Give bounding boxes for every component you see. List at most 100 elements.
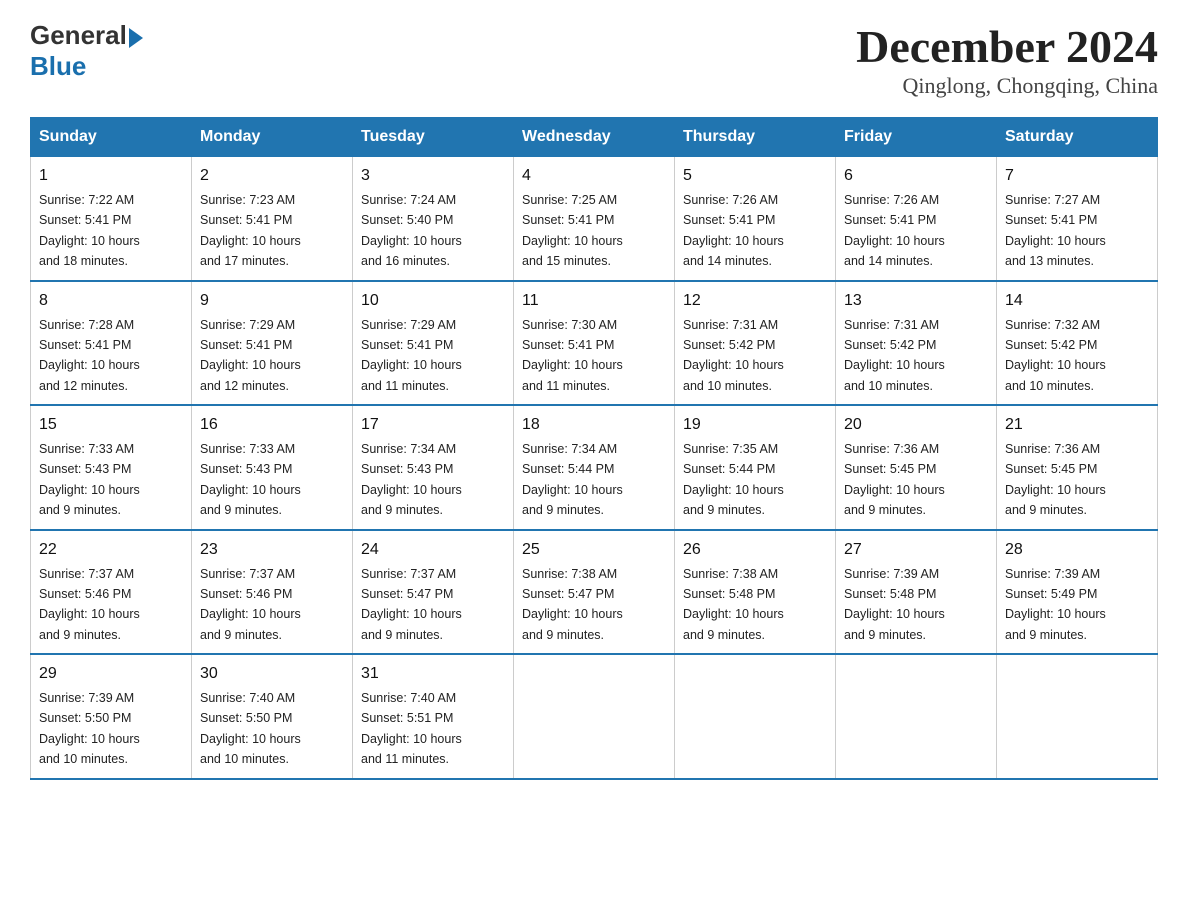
day-number: 22 bbox=[39, 538, 183, 562]
day-number: 27 bbox=[844, 538, 988, 562]
day-number: 19 bbox=[683, 413, 827, 437]
logo: General Blue bbox=[30, 20, 143, 82]
calendar-cell: 17 Sunrise: 7:34 AMSunset: 5:43 PMDaylig… bbox=[353, 405, 514, 530]
day-number: 23 bbox=[200, 538, 344, 562]
day-number: 8 bbox=[39, 289, 183, 313]
calendar-cell: 26 Sunrise: 7:38 AMSunset: 5:48 PMDaylig… bbox=[675, 530, 836, 655]
day-info: Sunrise: 7:25 AMSunset: 5:41 PMDaylight:… bbox=[522, 193, 623, 268]
day-info: Sunrise: 7:38 AMSunset: 5:48 PMDaylight:… bbox=[683, 567, 784, 642]
day-info: Sunrise: 7:33 AMSunset: 5:43 PMDaylight:… bbox=[39, 442, 140, 517]
day-number: 10 bbox=[361, 289, 505, 313]
calendar-cell: 12 Sunrise: 7:31 AMSunset: 5:42 PMDaylig… bbox=[675, 281, 836, 406]
day-info: Sunrise: 7:31 AMSunset: 5:42 PMDaylight:… bbox=[844, 318, 945, 393]
day-number: 31 bbox=[361, 662, 505, 686]
day-number: 4 bbox=[522, 164, 666, 188]
day-number: 14 bbox=[1005, 289, 1149, 313]
day-info: Sunrise: 7:39 AMSunset: 5:50 PMDaylight:… bbox=[39, 691, 140, 766]
col-saturday: Saturday bbox=[997, 118, 1158, 157]
calendar-cell bbox=[514, 654, 675, 779]
day-info: Sunrise: 7:36 AMSunset: 5:45 PMDaylight:… bbox=[1005, 442, 1106, 517]
calendar-cell: 28 Sunrise: 7:39 AMSunset: 5:49 PMDaylig… bbox=[997, 530, 1158, 655]
day-info: Sunrise: 7:33 AMSunset: 5:43 PMDaylight:… bbox=[200, 442, 301, 517]
calendar-header-row: Sunday Monday Tuesday Wednesday Thursday… bbox=[31, 118, 1158, 157]
calendar-cell: 15 Sunrise: 7:33 AMSunset: 5:43 PMDaylig… bbox=[31, 405, 192, 530]
logo-general: General bbox=[30, 20, 127, 51]
day-number: 7 bbox=[1005, 164, 1149, 188]
calendar-cell: 19 Sunrise: 7:35 AMSunset: 5:44 PMDaylig… bbox=[675, 405, 836, 530]
day-number: 11 bbox=[522, 289, 666, 313]
calendar-cell bbox=[836, 654, 997, 779]
calendar-cell: 9 Sunrise: 7:29 AMSunset: 5:41 PMDayligh… bbox=[192, 281, 353, 406]
calendar-cell bbox=[997, 654, 1158, 779]
calendar-week-row: 29 Sunrise: 7:39 AMSunset: 5:50 PMDaylig… bbox=[31, 654, 1158, 779]
day-number: 9 bbox=[200, 289, 344, 313]
day-number: 25 bbox=[522, 538, 666, 562]
calendar-cell: 16 Sunrise: 7:33 AMSunset: 5:43 PMDaylig… bbox=[192, 405, 353, 530]
day-info: Sunrise: 7:23 AMSunset: 5:41 PMDaylight:… bbox=[200, 193, 301, 268]
logo-arrow-icon bbox=[129, 28, 143, 48]
day-info: Sunrise: 7:24 AMSunset: 5:40 PMDaylight:… bbox=[361, 193, 462, 268]
location-subtitle: Qinglong, Chongqing, China bbox=[856, 73, 1158, 99]
day-number: 12 bbox=[683, 289, 827, 313]
day-info: Sunrise: 7:40 AMSunset: 5:51 PMDaylight:… bbox=[361, 691, 462, 766]
day-info: Sunrise: 7:31 AMSunset: 5:42 PMDaylight:… bbox=[683, 318, 784, 393]
day-number: 16 bbox=[200, 413, 344, 437]
calendar-table: Sunday Monday Tuesday Wednesday Thursday… bbox=[30, 117, 1158, 780]
calendar-cell: 5 Sunrise: 7:26 AMSunset: 5:41 PMDayligh… bbox=[675, 157, 836, 281]
day-info: Sunrise: 7:32 AMSunset: 5:42 PMDaylight:… bbox=[1005, 318, 1106, 393]
day-info: Sunrise: 7:39 AMSunset: 5:48 PMDaylight:… bbox=[844, 567, 945, 642]
day-info: Sunrise: 7:26 AMSunset: 5:41 PMDaylight:… bbox=[683, 193, 784, 268]
col-tuesday: Tuesday bbox=[353, 118, 514, 157]
day-number: 29 bbox=[39, 662, 183, 686]
calendar-cell bbox=[675, 654, 836, 779]
calendar-cell: 11 Sunrise: 7:30 AMSunset: 5:41 PMDaylig… bbox=[514, 281, 675, 406]
day-info: Sunrise: 7:29 AMSunset: 5:41 PMDaylight:… bbox=[361, 318, 462, 393]
day-info: Sunrise: 7:30 AMSunset: 5:41 PMDaylight:… bbox=[522, 318, 623, 393]
calendar-cell: 22 Sunrise: 7:37 AMSunset: 5:46 PMDaylig… bbox=[31, 530, 192, 655]
calendar-cell: 6 Sunrise: 7:26 AMSunset: 5:41 PMDayligh… bbox=[836, 157, 997, 281]
col-friday: Friday bbox=[836, 118, 997, 157]
calendar-cell: 23 Sunrise: 7:37 AMSunset: 5:46 PMDaylig… bbox=[192, 530, 353, 655]
day-info: Sunrise: 7:27 AMSunset: 5:41 PMDaylight:… bbox=[1005, 193, 1106, 268]
calendar-cell: 3 Sunrise: 7:24 AMSunset: 5:40 PMDayligh… bbox=[353, 157, 514, 281]
col-sunday: Sunday bbox=[31, 118, 192, 157]
day-info: Sunrise: 7:37 AMSunset: 5:47 PMDaylight:… bbox=[361, 567, 462, 642]
calendar-cell: 10 Sunrise: 7:29 AMSunset: 5:41 PMDaylig… bbox=[353, 281, 514, 406]
calendar-week-row: 22 Sunrise: 7:37 AMSunset: 5:46 PMDaylig… bbox=[31, 530, 1158, 655]
day-number: 15 bbox=[39, 413, 183, 437]
col-thursday: Thursday bbox=[675, 118, 836, 157]
day-info: Sunrise: 7:38 AMSunset: 5:47 PMDaylight:… bbox=[522, 567, 623, 642]
day-info: Sunrise: 7:35 AMSunset: 5:44 PMDaylight:… bbox=[683, 442, 784, 517]
day-info: Sunrise: 7:26 AMSunset: 5:41 PMDaylight:… bbox=[844, 193, 945, 268]
calendar-cell: 27 Sunrise: 7:39 AMSunset: 5:48 PMDaylig… bbox=[836, 530, 997, 655]
day-number: 17 bbox=[361, 413, 505, 437]
col-monday: Monday bbox=[192, 118, 353, 157]
calendar-cell: 7 Sunrise: 7:27 AMSunset: 5:41 PMDayligh… bbox=[997, 157, 1158, 281]
calendar-cell: 14 Sunrise: 7:32 AMSunset: 5:42 PMDaylig… bbox=[997, 281, 1158, 406]
calendar-cell: 20 Sunrise: 7:36 AMSunset: 5:45 PMDaylig… bbox=[836, 405, 997, 530]
day-number: 28 bbox=[1005, 538, 1149, 562]
calendar-cell: 29 Sunrise: 7:39 AMSunset: 5:50 PMDaylig… bbox=[31, 654, 192, 779]
day-number: 3 bbox=[361, 164, 505, 188]
calendar-week-row: 8 Sunrise: 7:28 AMSunset: 5:41 PMDayligh… bbox=[31, 281, 1158, 406]
day-info: Sunrise: 7:37 AMSunset: 5:46 PMDaylight:… bbox=[39, 567, 140, 642]
day-number: 1 bbox=[39, 164, 183, 188]
day-number: 21 bbox=[1005, 413, 1149, 437]
calendar-cell: 1 Sunrise: 7:22 AMSunset: 5:41 PMDayligh… bbox=[31, 157, 192, 281]
day-number: 6 bbox=[844, 164, 988, 188]
month-year-title: December 2024 bbox=[856, 20, 1158, 73]
day-info: Sunrise: 7:34 AMSunset: 5:44 PMDaylight:… bbox=[522, 442, 623, 517]
calendar-cell: 25 Sunrise: 7:38 AMSunset: 5:47 PMDaylig… bbox=[514, 530, 675, 655]
calendar-cell: 2 Sunrise: 7:23 AMSunset: 5:41 PMDayligh… bbox=[192, 157, 353, 281]
day-info: Sunrise: 7:29 AMSunset: 5:41 PMDaylight:… bbox=[200, 318, 301, 393]
day-info: Sunrise: 7:22 AMSunset: 5:41 PMDaylight:… bbox=[39, 193, 140, 268]
day-info: Sunrise: 7:40 AMSunset: 5:50 PMDaylight:… bbox=[200, 691, 301, 766]
col-wednesday: Wednesday bbox=[514, 118, 675, 157]
day-number: 20 bbox=[844, 413, 988, 437]
day-number: 13 bbox=[844, 289, 988, 313]
calendar-cell: 13 Sunrise: 7:31 AMSunset: 5:42 PMDaylig… bbox=[836, 281, 997, 406]
day-info: Sunrise: 7:37 AMSunset: 5:46 PMDaylight:… bbox=[200, 567, 301, 642]
day-number: 26 bbox=[683, 538, 827, 562]
day-info: Sunrise: 7:34 AMSunset: 5:43 PMDaylight:… bbox=[361, 442, 462, 517]
calendar-cell: 18 Sunrise: 7:34 AMSunset: 5:44 PMDaylig… bbox=[514, 405, 675, 530]
